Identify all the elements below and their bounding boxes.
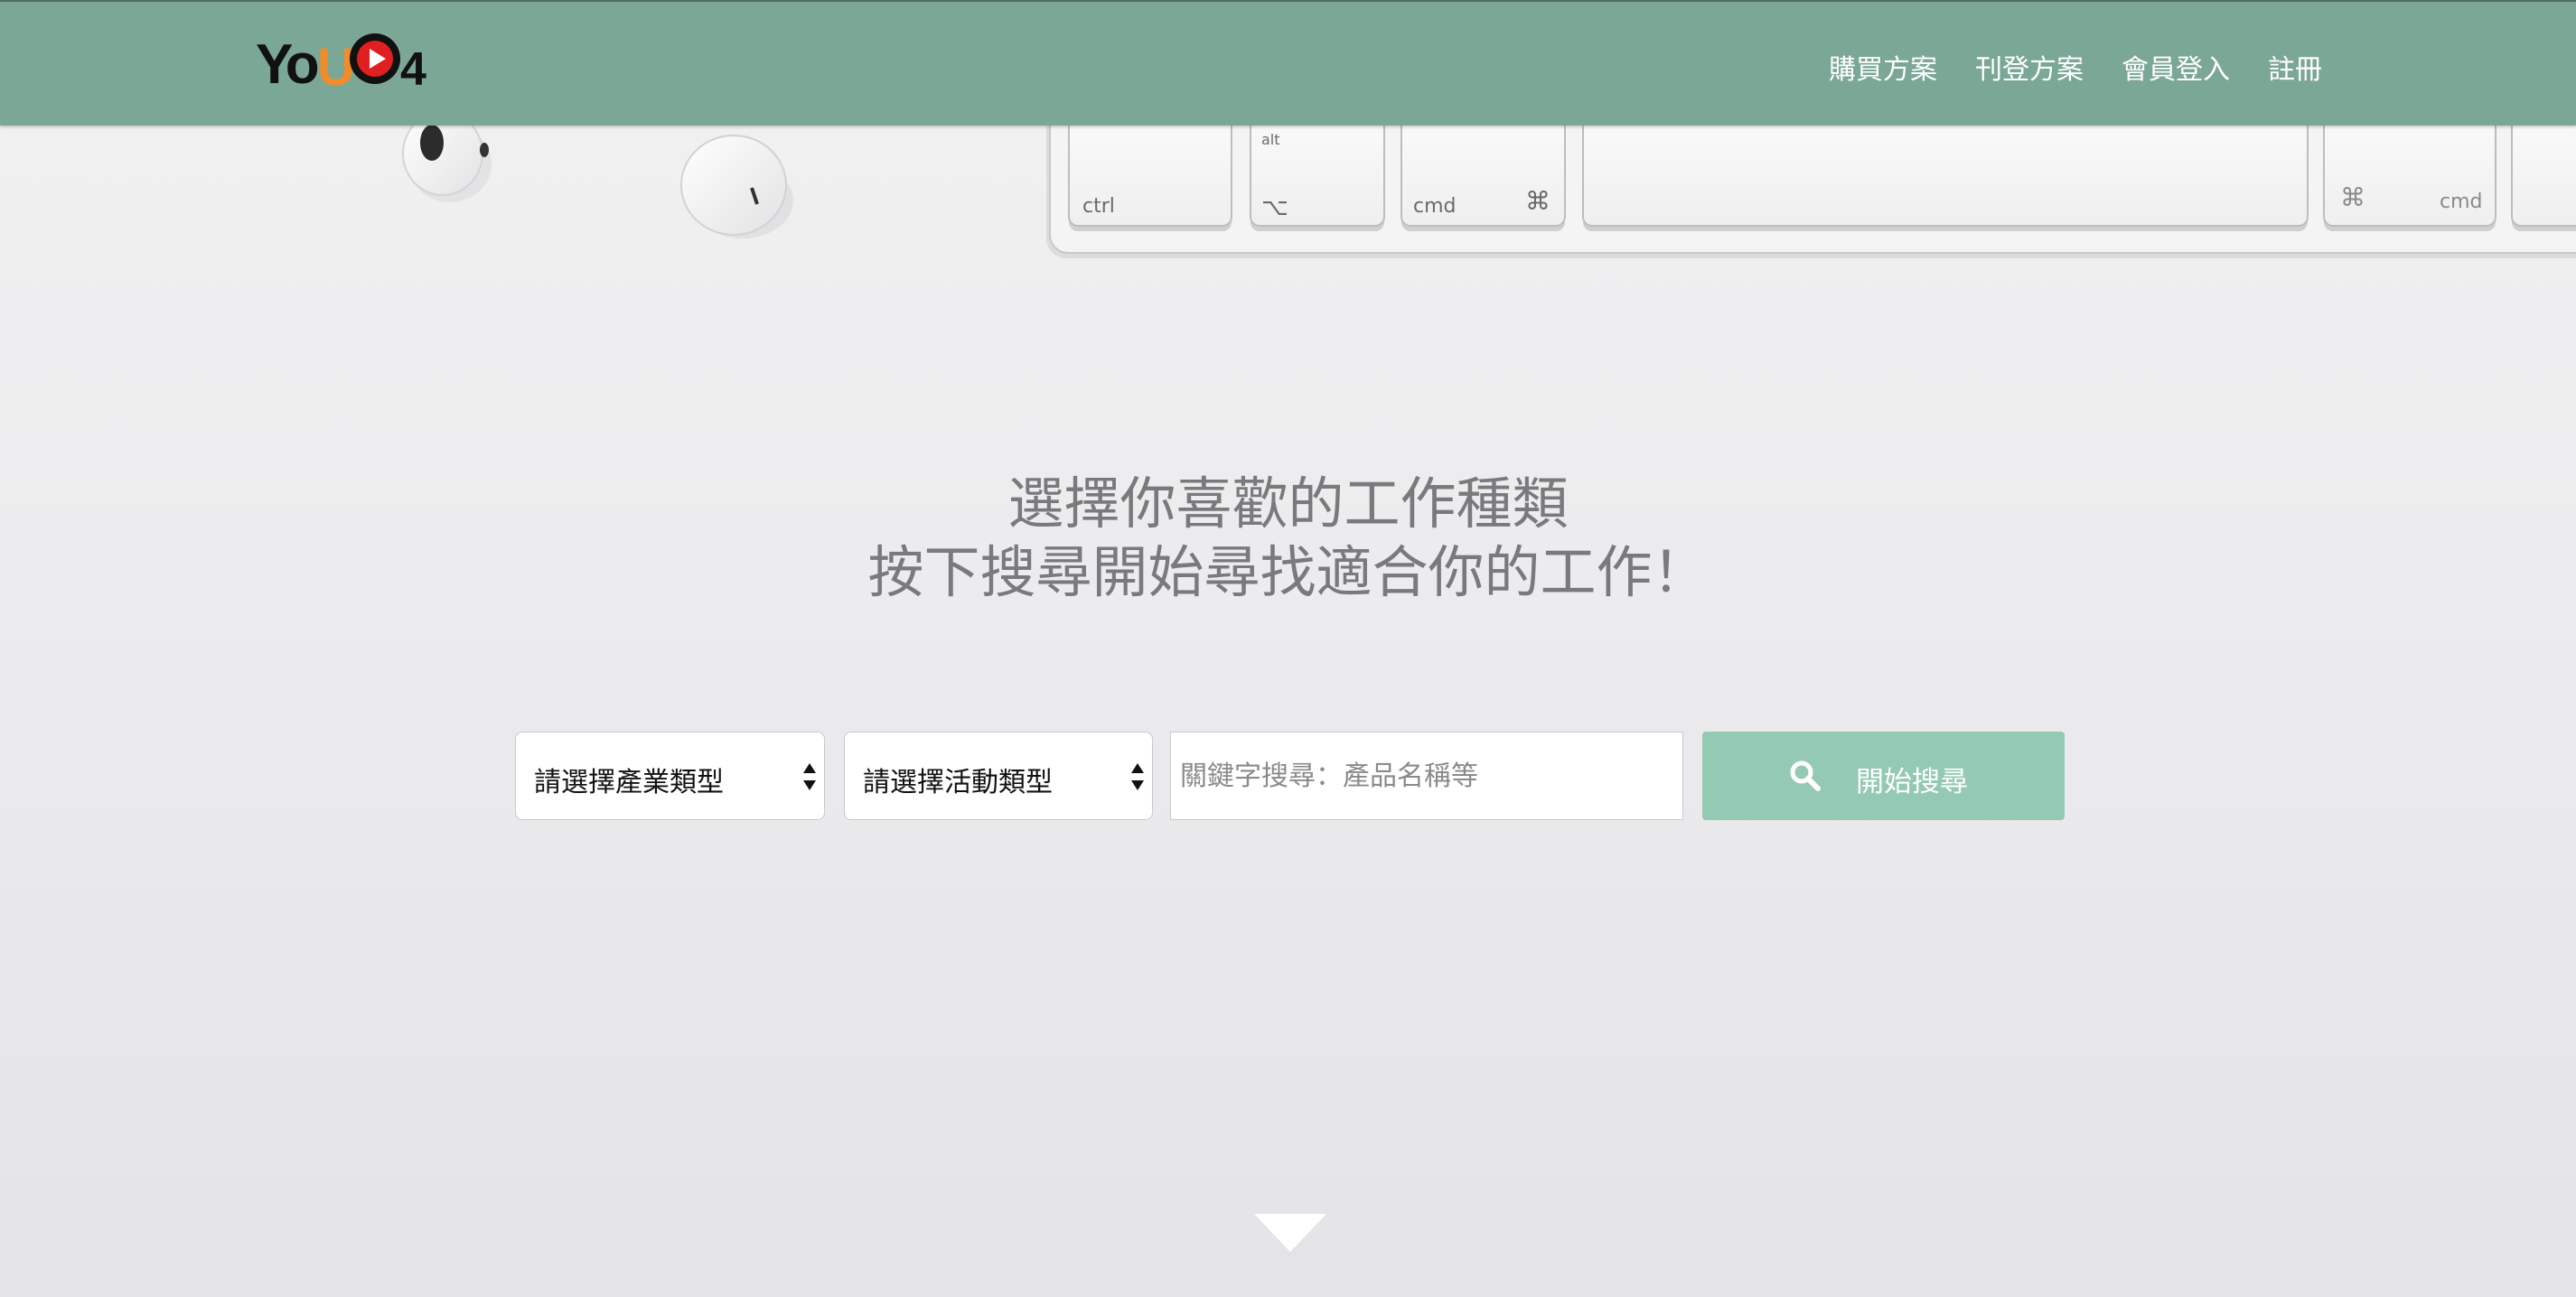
keyboard-image: ctrl alt ⌥ cmd ⌘ ⌘ cmd	[1046, 107, 2576, 258]
hero-headline-line2: 按下搜尋開始尋找適合你的工作！	[867, 539, 1709, 605]
activity-type-select-value: 請選擇活動類型	[863, 767, 1053, 798]
key-cmd-symbol: ⌘	[1525, 186, 1550, 216]
earbud-right-image	[680, 135, 793, 238]
svg-text:4: 4	[400, 43, 426, 92]
hero-headline-line1: 選擇你喜歡的工作種類	[1007, 471, 1569, 537]
chevron-down-icon[interactable]	[1254, 1214, 1326, 1252]
key-ctrl-label: ctrl	[1082, 195, 1115, 218]
top-navbar: Yo U 4 購買方案 刊登方案 會員登入 註冊	[0, 0, 2576, 126]
activity-type-select[interactable]: 請選擇活動類型	[844, 732, 1153, 820]
hero-headline: 選擇你喜歡的工作種類 按下搜尋開始尋找適合你的工作！	[0, 470, 2576, 607]
brand-logo[interactable]: Yo U 4	[256, 20, 436, 92]
nav-buy-plan[interactable]: 購買方案	[1829, 47, 1937, 87]
earbud-left-image	[402, 111, 492, 202]
start-search-button-label: 開始搜尋	[1856, 766, 1968, 798]
key-cmd-label: cmd	[1413, 195, 1457, 218]
svg-text:Yo: Yo	[256, 33, 318, 92]
hero-background-image: ctrl alt ⌥ cmd ⌘ ⌘ cmd	[402, 107, 2576, 258]
svg-text:U: U	[317, 38, 355, 92]
industry-type-select-value: 請選擇產業類型	[534, 767, 724, 798]
search-icon	[1790, 760, 1821, 791]
select-arrows-icon	[1131, 763, 1144, 790]
key-alt-label: alt	[1261, 131, 1280, 148]
key-option-symbol: ⌥	[1261, 194, 1288, 221]
keyword-search-input[interactable]	[1170, 732, 1683, 820]
main-nav: 購買方案 刊登方案 會員登入 註冊	[1829, 47, 2322, 87]
nav-member-login[interactable]: 會員登入	[2122, 47, 2230, 87]
select-arrows-icon	[803, 763, 816, 790]
nav-register[interactable]: 註冊	[2268, 47, 2322, 87]
key-right-cmd-label: cmd	[2440, 191, 2483, 213]
nav-listing-plan[interactable]: 刊登方案	[1975, 47, 2084, 87]
start-search-button[interactable]: 開始搜尋	[1702, 732, 2065, 820]
key-right-cmd-symbol: ⌘	[2340, 182, 2365, 212]
industry-type-select[interactable]: 請選擇產業類型	[515, 732, 825, 820]
